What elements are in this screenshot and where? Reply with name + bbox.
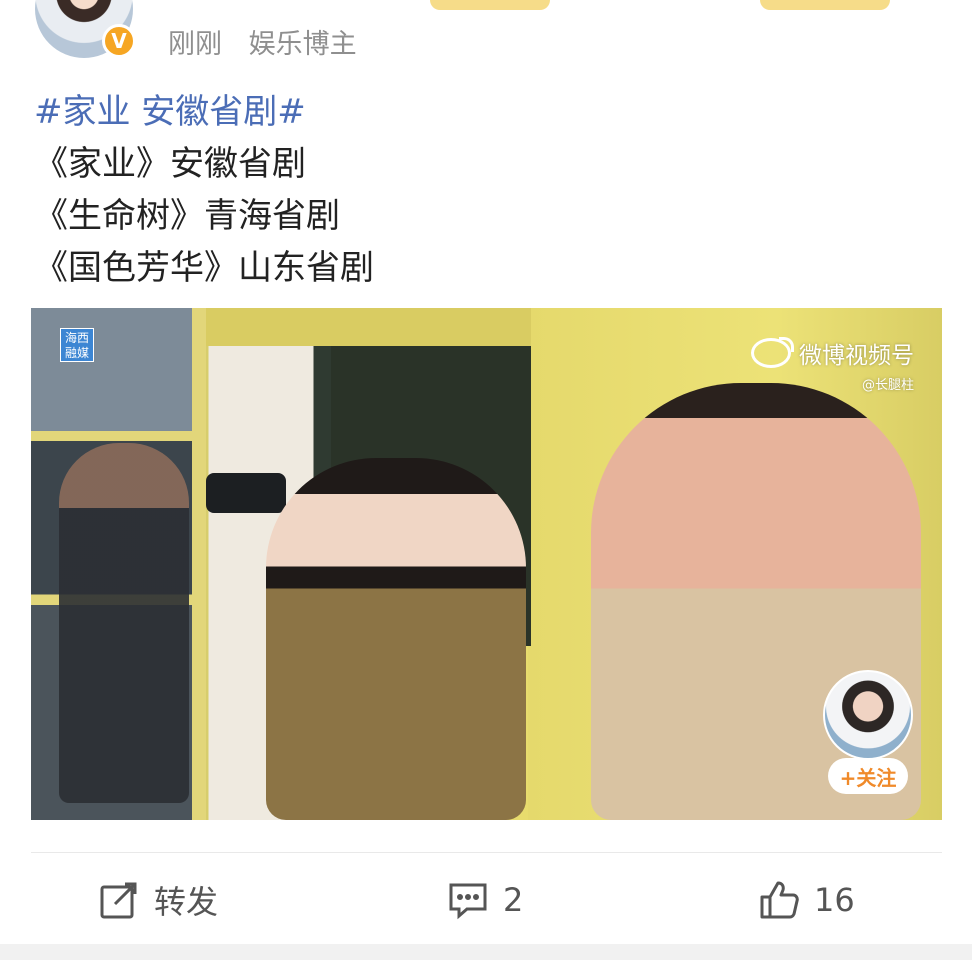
watermark-title: 微博视频号 — [799, 343, 914, 369]
video-scene-frame — [206, 308, 531, 346]
repost-icon — [100, 882, 137, 919]
video-person — [266, 458, 526, 820]
like-icon — [760, 881, 799, 919]
like-button[interactable]: 16 — [758, 872, 855, 928]
comment-button[interactable]: 2 — [447, 872, 523, 928]
verified-icon: V — [102, 24, 136, 58]
author-tag: 娱乐博主 — [248, 29, 357, 60]
weibo-logo-icon — [751, 337, 794, 368]
repost-button[interactable]: 转发 — [98, 872, 218, 928]
like-count: 16 — [814, 881, 855, 919]
top-banner — [0, 0, 972, 20]
video-watermark: 微博视频号 @长腿柱 — [751, 336, 914, 393]
channel-logo: 海西融媒 — [60, 328, 94, 362]
post-line: 《生命树》青海省剧 — [34, 196, 340, 236]
bottom-separator — [0, 944, 972, 960]
video-person — [59, 443, 189, 803]
comment-icon — [449, 883, 487, 920]
action-bar: 转发 2 16 — [0, 872, 972, 928]
banner-decoration — [430, 0, 550, 10]
comment-count: 2 — [503, 881, 524, 919]
video-player[interactable]: 海西融媒 微博视频号 @长腿柱 +关注 — [31, 308, 942, 820]
banner-decoration — [760, 0, 890, 10]
topic-link[interactable]: #家业 安徽省剧# — [34, 86, 374, 138]
post-line: 《国色芳华》山东省剧 — [34, 248, 374, 288]
post-time: 刚刚 — [168, 29, 222, 60]
video-scene-camera — [206, 473, 286, 513]
repost-label: 转发 — [154, 883, 219, 921]
divider — [31, 852, 942, 853]
post-text: #家业 安徽省剧# 《家业》安徽省剧 《生命树》青海省剧 《国色芳华》山东省剧 — [34, 86, 374, 294]
post-line: 《家业》安徽省剧 — [34, 144, 306, 184]
watermark-handle: @长腿柱 — [861, 378, 914, 393]
post-meta: 刚刚 娱乐博主 — [168, 22, 357, 61]
uploader-avatar[interactable] — [823, 670, 913, 760]
follow-button[interactable]: +关注 — [828, 758, 908, 794]
